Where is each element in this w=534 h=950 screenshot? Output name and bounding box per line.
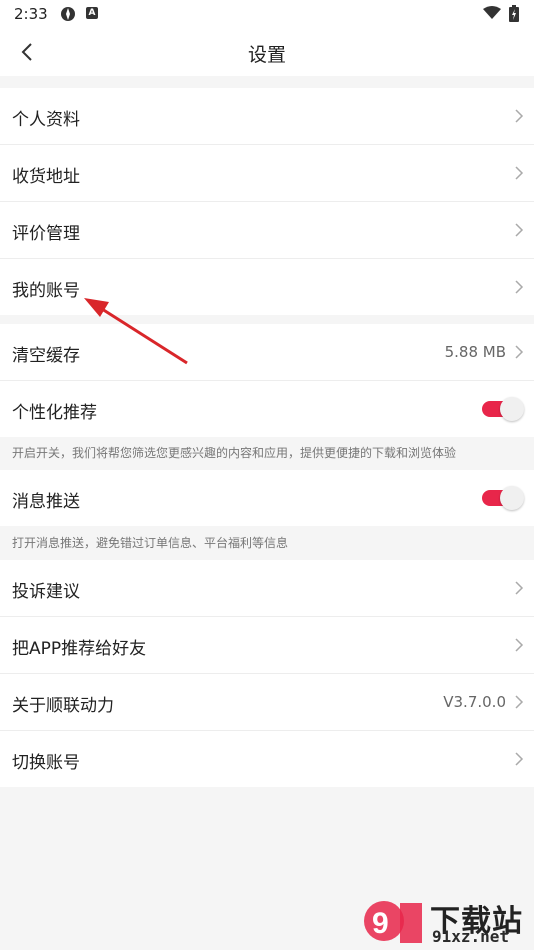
toggle-knob (500, 397, 524, 421)
row-label: 消息推送 (12, 492, 80, 512)
personalized-toggle[interactable] (482, 397, 524, 421)
row-switch-account[interactable]: 切换账号 (0, 731, 534, 787)
watermark-url: 91xz.net (432, 927, 510, 946)
chevron-right-icon (515, 109, 524, 123)
row-label: 个人资料 (12, 110, 80, 130)
row-label: 关于顺联动力 (12, 696, 114, 716)
row-profile[interactable]: 个人资料 (0, 88, 534, 145)
profile-group: 个人资料 收货地址 评价管理 我的账号 (0, 88, 534, 315)
row-label: 切换账号 (12, 753, 80, 773)
row-label: 清空缓存 (12, 346, 80, 366)
svg-text:9: 9 (372, 907, 389, 940)
chevron-right-icon (515, 581, 524, 595)
cache-group: 清空缓存 5.88 MB 个性化推荐 (0, 324, 534, 437)
row-label: 把APP推荐给好友 (12, 639, 147, 659)
row-personalized: 个性化推荐 (0, 381, 534, 437)
personalized-hint: 开启开关，我们将帮您筛选您更感兴趣的内容和应用，提供更便捷的下载和浏览体验 (12, 446, 457, 460)
row-push: 消息推送 (0, 470, 534, 526)
row-label: 投诉建议 (12, 582, 80, 602)
row-my-account[interactable]: 我的账号 (0, 259, 534, 315)
push-group: 消息推送 (0, 470, 534, 526)
chevron-right-icon (515, 280, 524, 294)
chevron-right-icon (515, 166, 524, 180)
status-bar: 2:33 A (0, 0, 534, 28)
row-label: 评价管理 (12, 224, 80, 244)
status-time: 2:33 (14, 5, 48, 23)
app-notification-icon (61, 7, 75, 21)
header-bar: 设置 (0, 28, 534, 76)
wifi-icon (483, 6, 501, 19)
row-about[interactable]: 关于顺联动力 V3.7.0.0 (0, 674, 534, 731)
chevron-right-icon (515, 695, 524, 709)
row-clear-cache[interactable]: 清空缓存 5.88 MB (0, 324, 534, 381)
chevron-right-icon (515, 223, 524, 237)
battery-icon (509, 5, 519, 22)
push-toggle[interactable] (482, 486, 524, 510)
page-title: 设置 (247, 44, 286, 66)
notification-a-icon: A (86, 7, 98, 19)
toggle-knob (500, 486, 524, 510)
row-feedback[interactable]: 投诉建议 (0, 560, 534, 617)
chevron-right-icon (515, 752, 524, 766)
chevron-right-icon (515, 345, 524, 359)
cache-size-value: 5.88 MB (444, 343, 506, 361)
row-label: 收货地址 (12, 167, 80, 187)
chevron-right-icon (515, 638, 524, 652)
row-label: 个性化推荐 (12, 403, 97, 423)
misc-group: 投诉建议 把APP推荐给好友 关于顺联动力 V3.7.0.0 切换账号 (0, 560, 534, 787)
row-reviews[interactable]: 评价管理 (0, 202, 534, 259)
row-label: 我的账号 (12, 281, 80, 301)
version-value: V3.7.0.0 (443, 693, 506, 711)
push-hint: 打开消息推送，避免错过订单信息、平台福利等信息 (12, 536, 289, 550)
row-address[interactable]: 收货地址 (0, 145, 534, 202)
row-share-app[interactable]: 把APP推荐给好友 (0, 617, 534, 674)
